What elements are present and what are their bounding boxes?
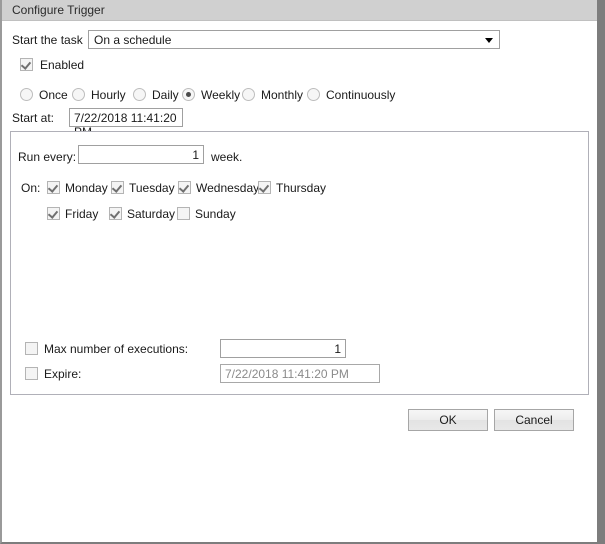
run-every-unit-label: week. <box>211 150 243 164</box>
max-executions-value: 1 <box>334 342 341 356</box>
start-task-label: Start the task <box>12 33 83 47</box>
frequency-radio-daily[interactable] <box>133 88 146 101</box>
frequency-radio-hourly[interactable] <box>72 88 85 101</box>
run-every-label: Run every: <box>18 150 77 164</box>
on-days-label: On: <box>21 181 41 195</box>
day-checkbox-wednesday[interactable] <box>178 181 191 194</box>
enabled-label: Enabled <box>40 58 85 72</box>
run-every-value: 1 <box>192 148 199 162</box>
expire-checkbox[interactable] <box>25 367 38 380</box>
frequency-label-hourly: Hourly <box>91 88 126 102</box>
frequency-label-once: Once <box>39 88 68 102</box>
run-every-input[interactable]: 1 <box>78 145 204 164</box>
day-label-tuesday: Tuesday <box>129 181 175 195</box>
start-task-dropdown[interactable]: On a schedule <box>88 30 500 49</box>
frequency-label-weekly: Weekly <box>201 88 241 102</box>
day-label-friday: Friday <box>65 207 99 221</box>
day-label-thursday: Thursday <box>276 181 327 195</box>
day-checkbox-monday[interactable] <box>47 181 60 194</box>
start-task-selected-value: On a schedule <box>94 33 172 47</box>
dialog-titlebar: Configure Trigger <box>2 0 597 21</box>
day-label-wednesday: Wednesday <box>196 181 260 195</box>
expire-value: 7/22/2018 11:41:20 PM <box>225 367 349 381</box>
max-executions-label: Max number of executions: <box>44 342 189 356</box>
frequency-label-continuously: Continuously <box>326 88 396 102</box>
max-executions-input[interactable]: 1 <box>220 339 346 358</box>
frequency-label-daily: Daily <box>152 88 179 102</box>
day-label-monday: Monday <box>65 181 108 195</box>
frequency-radio-monthly[interactable] <box>242 88 255 101</box>
day-checkbox-friday[interactable] <box>47 207 60 220</box>
chevron-down-icon <box>485 38 493 43</box>
day-checkbox-thursday[interactable] <box>258 181 271 194</box>
frequency-radio-weekly[interactable] <box>182 88 195 101</box>
day-label-saturday: Saturday <box>127 207 176 221</box>
day-label-sunday: Sunday <box>195 207 236 221</box>
cancel-button[interactable]: Cancel <box>494 409 574 431</box>
dialog-title: Configure Trigger <box>12 3 105 17</box>
configure-trigger-dialog: Configure Trigger Start the task On a sc… <box>0 0 605 544</box>
day-checkbox-sunday[interactable] <box>177 207 190 220</box>
expire-label: Expire: <box>44 367 82 381</box>
start-at-label: Start at: <box>12 111 55 125</box>
start-at-input[interactable]: 7/22/2018 11:41:20 PM <box>69 108 183 139</box>
day-checkbox-saturday[interactable] <box>109 207 122 220</box>
day-checkbox-tuesday[interactable] <box>111 181 124 194</box>
frequency-radio-continuously[interactable] <box>307 88 320 101</box>
max-executions-checkbox[interactable] <box>25 342 38 355</box>
expire-input[interactable]: 7/22/2018 11:41:20 PM <box>220 364 380 383</box>
ok-button[interactable]: OK <box>408 409 488 431</box>
enabled-checkbox[interactable] <box>20 58 33 71</box>
frequency-label-monthly: Monthly <box>261 88 304 102</box>
frequency-radio-once[interactable] <box>20 88 33 101</box>
